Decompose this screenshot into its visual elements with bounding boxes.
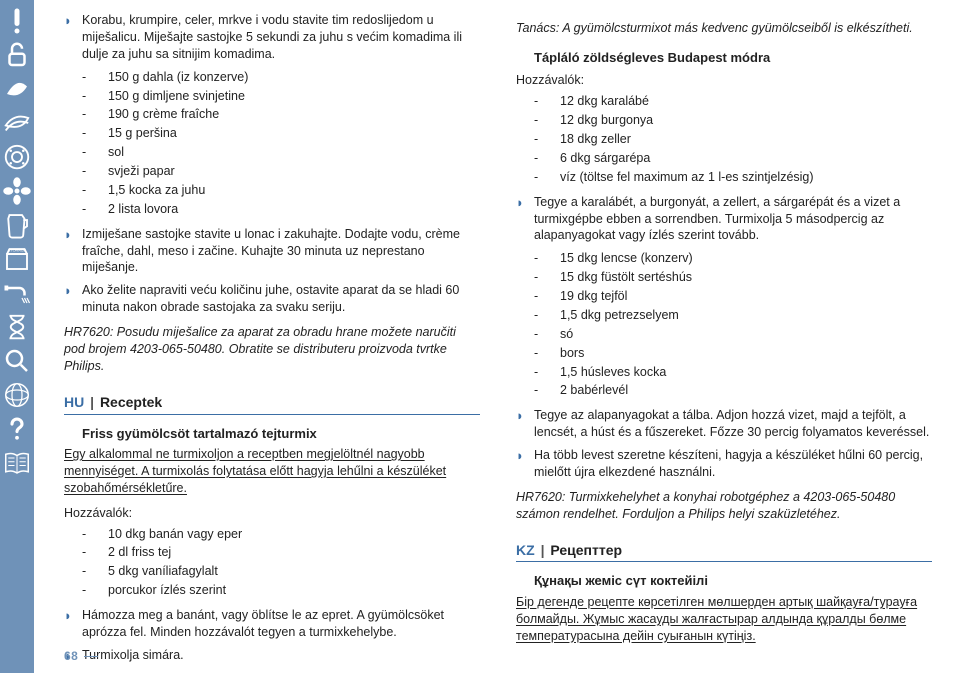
list-item: 150 g dahla (iz konzerve) (82, 69, 480, 86)
hu-ingredients: 10 dkg banán vagy eper 2 dl friss tej 5 … (64, 526, 480, 600)
tap-icon (0, 276, 34, 310)
content-area: Korabu, krumpire, celer, mrkve i vodu st… (34, 0, 954, 673)
hu-step-2: Turmixolja simára. (64, 647, 480, 664)
list-item: porcukor ízlés szerint (82, 582, 480, 599)
hu2-note: HR7620: Turmixkehelyhet a konyhai robotg… (516, 489, 932, 523)
separator: | (541, 542, 545, 558)
list-item: víz (töltse fel maximum az 1 l-es szintj… (534, 169, 932, 186)
hu2-step-3: Ha több levest szeretne készíteni, hagyj… (516, 447, 932, 481)
hu2-ingredients-2: 15 dkg lencse (konzerv) 15 dkg füstölt s… (516, 250, 932, 399)
list-item: 1,5 dkg petrezselyem (534, 307, 932, 324)
hr-step-1: Korabu, krumpire, celer, mrkve i vodu st… (64, 12, 480, 63)
hu-step-1: Hámozza meg a banánt, vagy öblítse le az… (64, 607, 480, 641)
list-item: só (534, 326, 932, 343)
hu-ingredients-label: Hozzávalók: (64, 505, 480, 522)
question-icon (0, 412, 34, 446)
hr-note: HR7620: Posudu miješalice za aparat za o… (64, 324, 480, 375)
page-number: 68 (64, 649, 98, 663)
fan-icon (0, 174, 34, 208)
hr-ingredients-1: 150 g dahla (iz konzerve) 150 g dimljene… (64, 69, 480, 218)
kz-warning: Бір дегенде рецепте көрсетілген мөлшерде… (516, 594, 932, 645)
hu-recipe1-title: Friss gyümölcsöt tartalmazó tejturmix (82, 425, 480, 443)
list-item: 12 dkg karalábé (534, 93, 932, 110)
list-item: 5 dkg vaníliafagylalt (82, 563, 480, 580)
kz-section-heading: KZ | Рецепттер (516, 541, 932, 563)
list-item: svježi papar (82, 163, 480, 180)
list-item: 2 dl friss tej (82, 544, 480, 561)
hourglass-icon (0, 310, 34, 344)
left-column: Korabu, krumpire, celer, mrkve i vodu st… (64, 12, 480, 661)
lock-icon (0, 38, 34, 72)
separator: | (90, 394, 94, 410)
exclaim-icon (0, 4, 34, 38)
svg-text:STORAGE: STORAGE (8, 249, 27, 253)
leaf2-icon (0, 106, 34, 140)
hu2-ingredients-label: Hozzávalók: (516, 72, 932, 89)
jug-icon (0, 208, 34, 242)
hr-step-2: Izmiješane sastojke stavite u lonac i za… (64, 226, 480, 277)
list-item: 190 g crème fraîche (82, 106, 480, 123)
hu2-step-2: Tegye az alapanyagokat a tálba. Adjon ho… (516, 407, 932, 441)
magnify-icon (0, 344, 34, 378)
hu-recipe2-title: Tápláló zöldségleves Budapest módra (534, 49, 932, 67)
list-item: 1,5 kocka za juhu (82, 182, 480, 199)
list-item: 10 dkg banán vagy eper (82, 526, 480, 543)
kz-recipe1-title: Құнақы жеміс сүт коктейілі (534, 572, 932, 590)
list-item: sol (82, 144, 480, 161)
hu2-step-1: Tegye a karalábét, a burgonyát, a zeller… (516, 194, 932, 245)
hu-lang-code: HU (64, 394, 84, 410)
hr-step-3: Ako želite napraviti veću količinu juhe,… (64, 282, 480, 316)
kz-section-title: Рецепттер (550, 542, 622, 558)
kz-lang-code: KZ (516, 542, 535, 558)
list-item: 150 g dimljene svinjetine (82, 88, 480, 105)
list-item: 18 dkg zeller (534, 131, 932, 148)
hu-tip: Tanács: A gyümölcsturmixot más kedvenc g… (516, 20, 932, 37)
list-item: 1,5 húsleves kocka (534, 364, 932, 381)
list-item: 2 lista lovora (82, 201, 480, 218)
list-item: 19 dkg tejföl (534, 288, 932, 305)
list-item: 15 dkg lencse (konzerv) (534, 250, 932, 267)
page-number-value: 68 (64, 649, 78, 663)
hu-section-title: Receptek (100, 394, 162, 410)
hu-warning: Egy alkalommal ne turmixoljon a receptbe… (64, 446, 480, 497)
book-icon (0, 446, 34, 480)
list-item: 15 dkg füstölt sertéshús (534, 269, 932, 286)
list-item: 2 babérlevél (534, 382, 932, 399)
list-item: bors (534, 345, 932, 362)
right-column: Tanács: A gyümölcsturmixot más kedvenc g… (516, 12, 932, 661)
icon-sidebar: STORAGE (0, 0, 34, 673)
hu2-ingredients-1: 12 dkg karalábé 12 dkg burgonya 18 dkg z… (516, 93, 932, 185)
list-item: 6 dkg sárgarépa (534, 150, 932, 167)
washer-icon (0, 140, 34, 174)
globe-icon (0, 378, 34, 412)
hu-section-heading: HU | Receptek (64, 393, 480, 415)
storage-box-icon: STORAGE (0, 242, 34, 276)
list-item: 12 dkg burgonya (534, 112, 932, 129)
leaf-icon (0, 72, 34, 106)
list-item: 15 g peršina (82, 125, 480, 142)
